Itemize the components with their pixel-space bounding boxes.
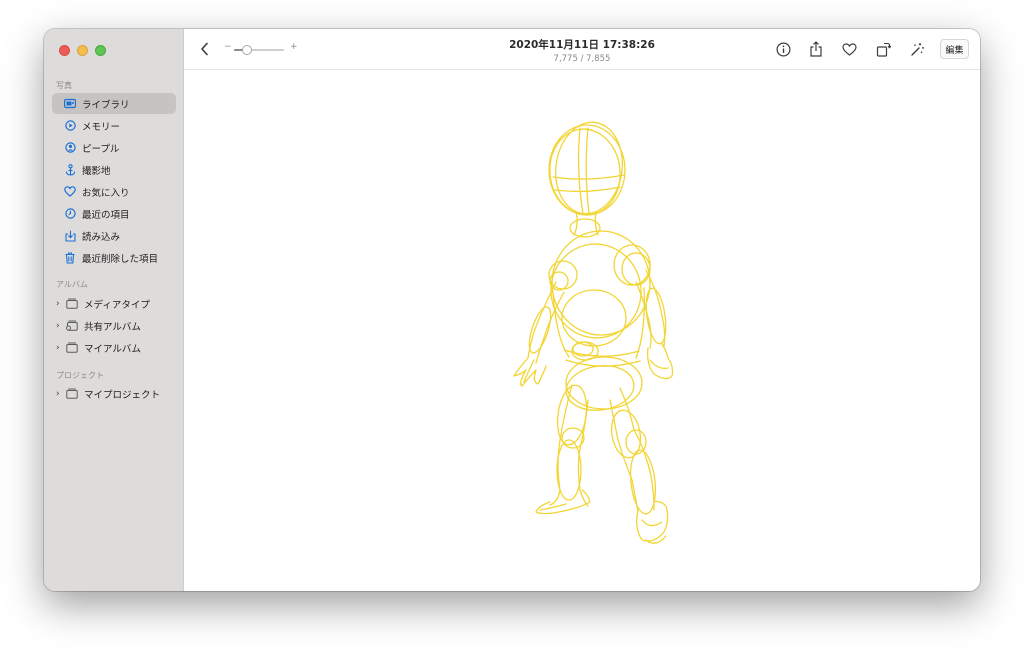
memories-icon xyxy=(64,120,76,132)
toolbar: − + 2020年11月11日 17:38:26 7,775 / 7,855 編… xyxy=(184,29,980,70)
photos-window: 写真 ライブラリ メモリー ピープル 撮影地 お気に入り 最近の項目 読み込み … xyxy=(44,29,980,591)
sidebar-item-recents[interactable]: 最近の項目 xyxy=(52,203,176,224)
sidebar-item-label: 撮影地 xyxy=(82,165,111,177)
window-controls xyxy=(59,45,106,56)
places-icon xyxy=(64,163,76,176)
info-button[interactable] xyxy=(774,40,792,58)
section-label-photos: 写真 xyxy=(56,81,72,90)
share-icon xyxy=(810,41,822,57)
section-label-projects: プロジェクト xyxy=(56,371,104,380)
sidebar-item-my-projects[interactable]: › マイプロジェクト xyxy=(52,383,176,404)
chevron-right-icon[interactable]: › xyxy=(56,389,64,399)
folder-icon xyxy=(66,342,78,354)
sidebar-item-label: 最近の項目 xyxy=(82,209,130,221)
trash-icon xyxy=(64,251,76,264)
sidebar-item-label: マイプロジェクト xyxy=(84,389,161,401)
sidebar-item-my-albums[interactable]: › マイアルバム xyxy=(52,337,176,358)
clock-icon xyxy=(64,208,76,220)
photos-library-icon xyxy=(64,98,76,110)
chevron-right-icon[interactable]: › xyxy=(56,299,64,309)
sidebar-item-label: 共有アルバム xyxy=(84,321,141,333)
sidebar-item-media-types[interactable]: › メディアタイプ xyxy=(52,293,176,314)
shared-album-icon xyxy=(66,320,78,332)
sidebar-item-people[interactable]: ピープル xyxy=(52,137,176,158)
sidebar-item-imports[interactable]: 読み込み xyxy=(52,225,176,246)
import-icon xyxy=(64,230,76,242)
sidebar-item-label: マイアルバム xyxy=(84,343,141,355)
sidebar-item-label: ライブラリ xyxy=(82,99,130,111)
sidebar-item-label: ピープル xyxy=(82,143,120,155)
favorite-button[interactable] xyxy=(840,40,858,58)
people-icon xyxy=(64,142,76,154)
sidebar-item-label: 最近削除した項目 xyxy=(82,253,159,265)
sidebar-item-favorites[interactable]: お気に入り xyxy=(52,181,176,202)
sidebar: 写真 ライブラリ メモリー ピープル 撮影地 お気に入り 最近の項目 読み込み … xyxy=(44,29,184,591)
folder-icon xyxy=(66,298,78,310)
sidebar-item-places[interactable]: 撮影地 xyxy=(52,159,176,180)
chevron-right-icon[interactable]: › xyxy=(56,343,64,353)
share-button[interactable] xyxy=(807,40,825,58)
photo-date-title: 2020年11月11日 17:38:26 xyxy=(509,39,655,51)
magic-wand-icon xyxy=(911,42,924,56)
sidebar-item-label: メディアタイプ xyxy=(84,299,150,311)
photo-title-block: 2020年11月11日 17:38:26 7,775 / 7,855 xyxy=(184,37,980,64)
rotate-icon xyxy=(876,42,891,57)
sidebar-item-label: お気に入り xyxy=(82,187,130,199)
info-icon xyxy=(775,41,791,57)
minimize-window-button[interactable] xyxy=(77,45,88,56)
heart-icon xyxy=(841,42,857,56)
rotate-button[interactable] xyxy=(874,40,892,58)
heart-icon xyxy=(64,186,76,198)
sidebar-item-library[interactable]: ライブラリ xyxy=(52,93,176,114)
sidebar-item-label: メモリー xyxy=(82,121,121,133)
chevron-right-icon[interactable]: › xyxy=(56,321,64,331)
folder-icon xyxy=(66,388,78,400)
edit-button[interactable]: 編集 xyxy=(940,39,969,59)
photo-viewer[interactable] xyxy=(184,70,980,591)
sidebar-item-label: 読み込み xyxy=(82,231,121,243)
auto-enhance-button[interactable] xyxy=(908,40,926,58)
sidebar-item-shared-albums[interactable]: › 共有アルバム xyxy=(52,315,176,336)
photo-index-counter: 7,775 / 7,855 xyxy=(553,54,611,64)
close-window-button[interactable] xyxy=(59,45,70,56)
section-label-albums: アルバム xyxy=(56,280,88,289)
sidebar-item-memories[interactable]: メモリー xyxy=(52,115,176,136)
zoom-window-button[interactable] xyxy=(95,45,106,56)
sketch-figure-photo xyxy=(513,121,674,544)
sidebar-item-recently-deleted[interactable]: 最近削除した項目 xyxy=(52,247,176,268)
